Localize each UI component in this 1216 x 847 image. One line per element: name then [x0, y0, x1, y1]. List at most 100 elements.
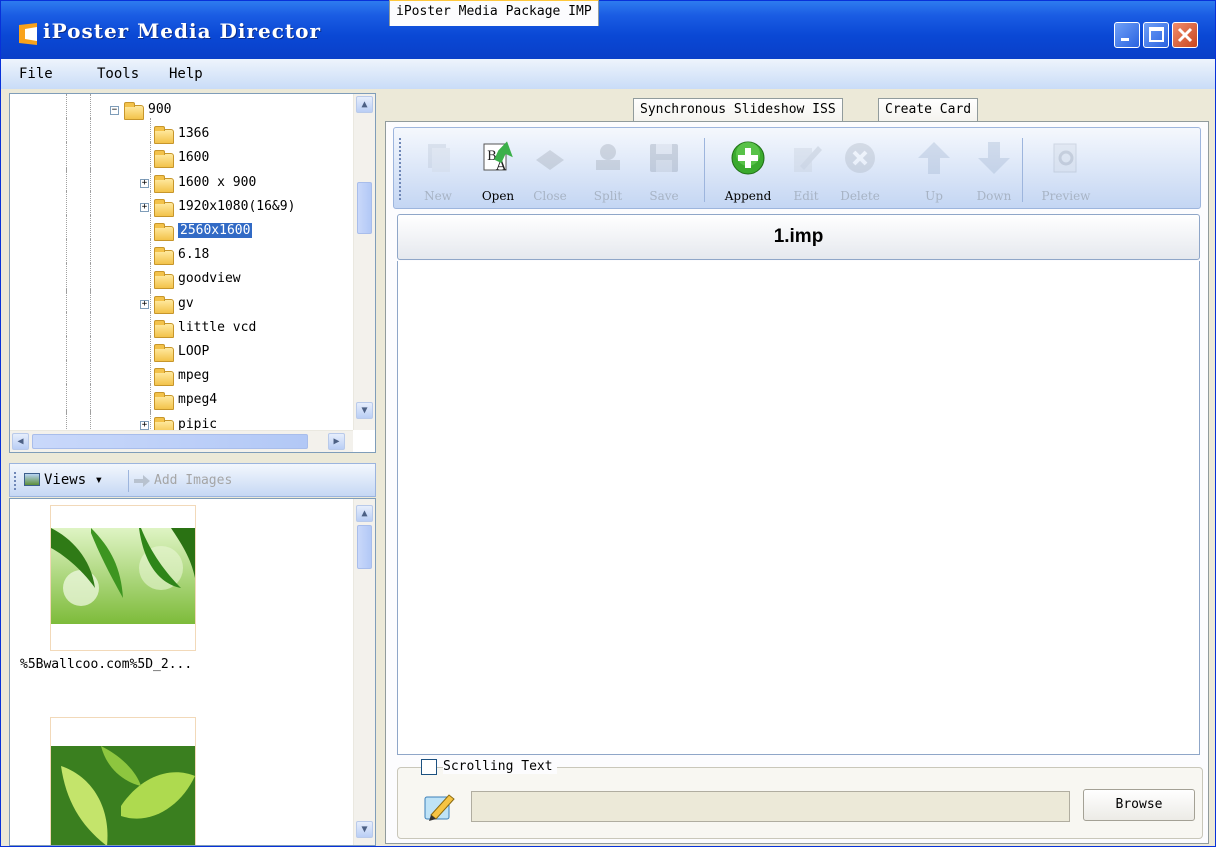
thumbnail-image: [51, 528, 195, 624]
scroll-thumb[interactable]: [357, 182, 372, 234]
tree-item[interactable]: − 900: [10, 94, 350, 124]
tree-item[interactable]: +1600 x 900: [10, 166, 350, 197]
up-button[interactable]: Up: [906, 134, 962, 208]
tree-horizontal-scrollbar[interactable]: ◀ ▶: [10, 430, 353, 452]
delete-icon: [845, 143, 875, 173]
scroll-thumb-horizontal[interactable]: [32, 434, 308, 449]
thumbnail-pane[interactable]: %5Bwallcoo.com%5D_2... ▲ ▼: [9, 498, 376, 846]
scroll-down-button[interactable]: ▼: [356, 402, 373, 419]
edit-button[interactable]: Edit: [778, 134, 834, 208]
minimize-button[interactable]: [1114, 22, 1140, 48]
toolbar-button-label: New: [424, 189, 452, 203]
expand-icon[interactable]: +: [140, 299, 149, 309]
tree-item[interactable]: mpeg: [10, 360, 350, 391]
scrolling-text-checkbox[interactable]: [421, 759, 437, 775]
tree-item[interactable]: 1366: [10, 118, 350, 149]
package-title: 1.imp: [397, 214, 1200, 260]
tree-item-label: 1600: [178, 150, 210, 166]
scroll-up-button[interactable]: ▲: [356, 505, 373, 522]
menu-bar: File Tools Help: [1, 59, 1215, 89]
append-button[interactable]: Append: [720, 134, 776, 208]
preview-button[interactable]: Preview: [1038, 134, 1094, 208]
toolbar-button-label: Split: [593, 189, 623, 203]
toolbar-button-label: Down: [976, 189, 1012, 203]
maximize-button[interactable]: [1143, 22, 1169, 48]
scroll-left-button[interactable]: ◀: [12, 433, 29, 450]
folder-icon: [154, 271, 174, 290]
tree-vertical-scrollbar[interactable]: ▲ ▼: [353, 94, 375, 430]
tree-item-label: 900: [148, 102, 172, 117]
tree-item-label: little vcd: [178, 319, 257, 335]
split-button[interactable]: Split: [580, 134, 636, 208]
tab-iss[interactable]: Synchronous Slideshow ISS: [633, 98, 843, 122]
toolbar-button-label: Up: [925, 189, 943, 203]
folder-tree[interactable]: −900 1366 1600 +1600 x 900 +1920x1080(16&9) 2…: [9, 93, 376, 453]
menu-tools[interactable]: Tools: [97, 66, 139, 82]
toolbar-button-label: Preview: [1041, 189, 1091, 203]
menu-file[interactable]: File: [19, 66, 53, 82]
tree-item[interactable]: + gv: [10, 287, 350, 318]
toolbar-button-label: Open: [481, 189, 515, 203]
close-button[interactable]: Close: [522, 134, 578, 208]
toolbar-separator: [1022, 138, 1023, 202]
add-images-button[interactable]: Add Images: [154, 473, 232, 488]
tree-item[interactable]: +1920x1080(16&9): [10, 190, 350, 221]
tab-create-card[interactable]: Create Card: [878, 98, 979, 122]
menu-help[interactable]: Help: [169, 66, 203, 82]
close-icon: [1177, 27, 1193, 43]
preview-icon: [1053, 143, 1077, 173]
toolbar-button-label: Edit: [793, 189, 819, 203]
tree-item[interactable]: mpeg4: [10, 384, 350, 415]
thumbnail-caption: %5Bwallcoo.com%5D_2...: [20, 657, 193, 672]
tree-item-label: 1366: [178, 126, 210, 142]
grip-handle: [14, 472, 16, 490]
scroll-right-button[interactable]: ▶: [328, 433, 345, 450]
tree-item[interactable]: 2560x1600: [10, 215, 350, 245]
views-button[interactable]: Views ▾: [44, 472, 103, 488]
open-button[interactable]: B A Open: [470, 134, 526, 208]
browse-button[interactable]: Browse: [1083, 789, 1195, 821]
tree-item-label: mpeg: [178, 368, 210, 384]
tree-item[interactable]: goodview: [10, 263, 350, 294]
scrolling-text-input[interactable]: [471, 791, 1070, 822]
folder-icon: [154, 150, 174, 169]
thumbs-vertical-scrollbar[interactable]: ▲ ▼: [353, 499, 375, 845]
tree-item-label: mpeg4: [178, 392, 218, 408]
scroll-thumb[interactable]: [357, 525, 372, 569]
expand-icon[interactable]: +: [140, 178, 149, 188]
expand-icon[interactable]: +: [140, 202, 149, 212]
title-bar[interactable]: iPoster Media Director: [1, 1, 1215, 59]
tree-item[interactable]: little vcd: [10, 311, 350, 342]
tree-item-label: 1920x1080(16&9): [178, 198, 296, 214]
tree-item-label: gv: [178, 295, 194, 311]
folder-icon: [154, 174, 174, 193]
folder-icon: [154, 319, 174, 338]
folder-icon: [154, 198, 174, 217]
scroll-down-button[interactable]: ▼: [356, 821, 373, 838]
folder-icon: [124, 102, 144, 120]
main-toolbar: New B A Open Close Split Save Append Edit Delete U…: [393, 127, 1201, 209]
media-list[interactable]: [397, 261, 1200, 755]
delete-button[interactable]: Delete: [832, 134, 888, 208]
scroll-up-button[interactable]: ▲: [356, 96, 373, 113]
tree-item[interactable]: 6.18: [10, 239, 350, 270]
tree-item[interactable]: 1600: [10, 142, 350, 173]
collapse-icon[interactable]: −: [110, 106, 119, 115]
save-button[interactable]: Save: [636, 134, 692, 208]
split-icon: [596, 144, 620, 170]
thumbnail-item[interactable]: [50, 717, 196, 845]
tab-imp[interactable]: iPoster Media Package IMP: [389, 0, 599, 26]
toolbar-button-label: Save: [649, 189, 679, 203]
new-button[interactable]: New: [410, 134, 466, 208]
main-window: iPoster Media Director File Tools Help −…: [0, 0, 1216, 847]
down-button[interactable]: Down: [966, 134, 1022, 208]
folder-icon: [154, 344, 174, 362]
tree-item-label: goodview: [178, 271, 241, 287]
new-document-icon: [428, 144, 450, 172]
up-arrow-icon: [918, 142, 950, 174]
tree-item[interactable]: LOOP: [10, 336, 350, 366]
expand-icon[interactable]: +: [140, 420, 149, 430]
close-button[interactable]: [1172, 22, 1198, 48]
close-package-icon: [536, 150, 564, 170]
thumbnail-item[interactable]: [50, 505, 196, 651]
